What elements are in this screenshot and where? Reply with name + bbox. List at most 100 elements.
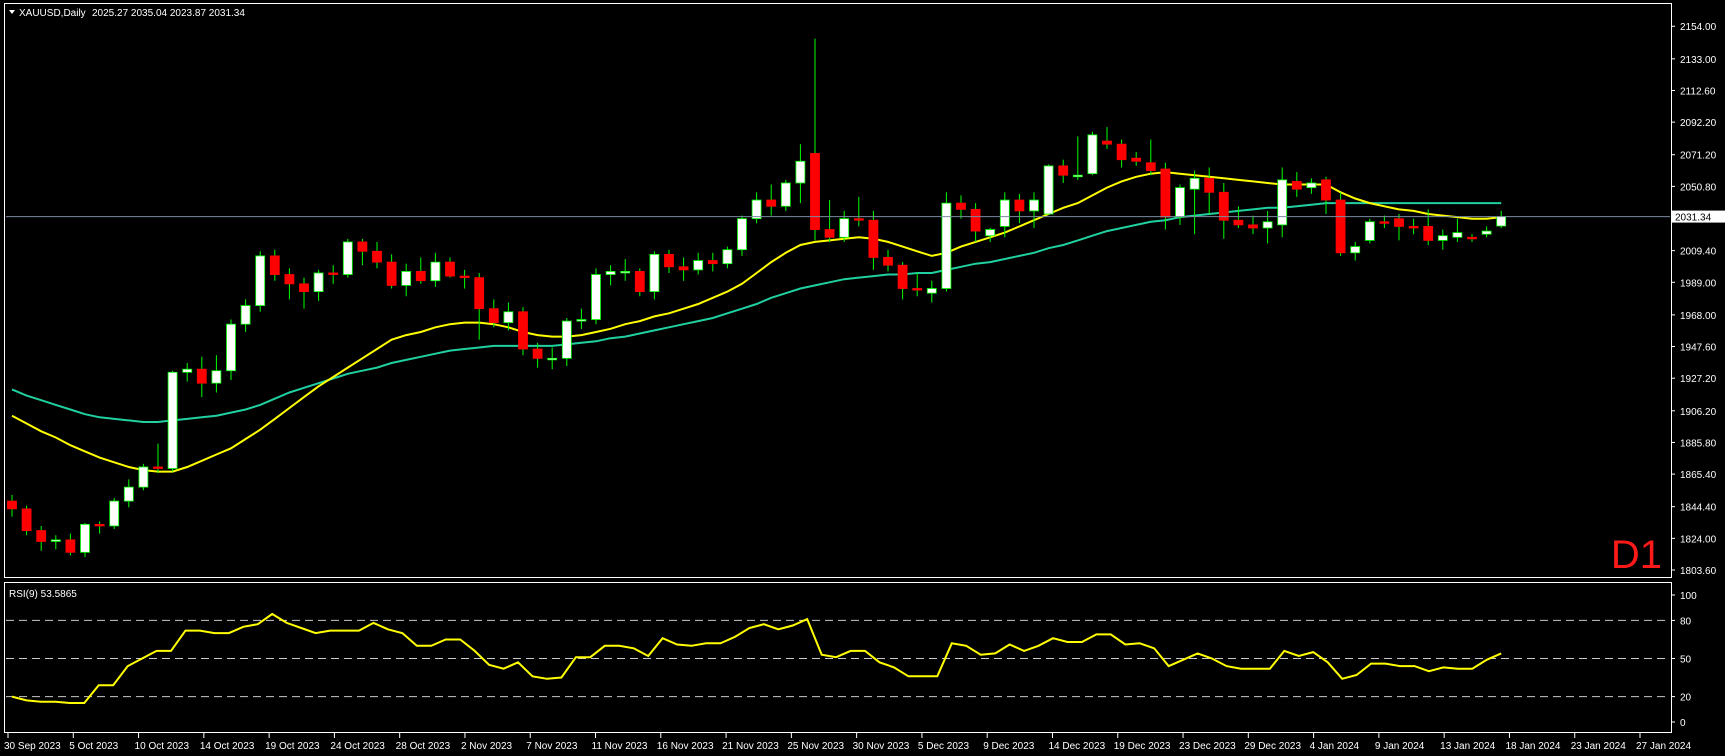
candle-body-bear [1160, 168, 1171, 218]
candle-body-bear [372, 250, 382, 263]
candle-body-bull [620, 271, 631, 274]
candle [941, 192, 952, 292]
candle-body-bear [678, 266, 689, 271]
price-tick-label: 2050.80 [1680, 182, 1717, 193]
timeframe-label: D1 [1611, 533, 1662, 577]
candle [518, 307, 528, 356]
candle-body-bull [1175, 187, 1185, 218]
candle-body-bull [182, 368, 193, 373]
candle-body-bear [269, 255, 280, 275]
candle-body-bull [1481, 230, 1492, 235]
candle [80, 522, 90, 557]
candle-body-bear [357, 241, 368, 252]
candle-body-bull [591, 274, 601, 320]
candle-body-bull [693, 260, 704, 271]
candle-body-bear [153, 466, 163, 469]
candle-body-bear [1233, 219, 1244, 226]
rsi-tick-label: 80 [1680, 616, 1692, 627]
candle-body-bear [1058, 165, 1069, 176]
candle-body-bear [1204, 177, 1215, 193]
candle [737, 215, 747, 256]
candle-body-bull [839, 218, 850, 238]
trading-chart[interactable]: 2031.34 2154.00 2133.00 2112.60 2092.20 2071… [0, 0, 1725, 756]
candle-body-bull [401, 271, 412, 286]
candle-body-bear [299, 283, 309, 293]
candle-body-bull [941, 202, 952, 289]
price-tick-label: 1865.40 [1680, 470, 1717, 481]
time-tick-label: 29 Dec 2023 [1244, 741, 1301, 752]
candle-body-bull [576, 319, 587, 322]
price-tick-label: 1824.00 [1680, 534, 1717, 545]
time-tick-label: 28 Oct 2023 [396, 741, 451, 752]
ohlc-values: 2025.27 2035.04 2023.87 2031.34 [92, 8, 245, 19]
candle [138, 463, 149, 491]
time-tick-label: 5 Oct 2023 [69, 741, 118, 752]
candle-body-bear [415, 271, 426, 282]
rsi-label: RSI(9) 53.5865 [9, 589, 77, 600]
candle-body-bear [532, 348, 543, 359]
candle-body-bear [94, 523, 105, 527]
price-tick-label: 2112.60 [1680, 86, 1716, 97]
candle-body-bear [1423, 226, 1434, 241]
time-tick-label: 14 Dec 2023 [1048, 741, 1105, 752]
price-tick-label: 1947.60 [1680, 343, 1717, 354]
candle-body-bear [766, 199, 777, 207]
price-tick-label: 2133.00 [1680, 55, 1717, 66]
candle-body-bear [1379, 221, 1390, 224]
candle-body-bull [240, 305, 251, 325]
candle-body-bear [459, 275, 470, 279]
candle-body-bear [328, 272, 339, 275]
candle-body-bull [926, 288, 937, 294]
candle-body-bull [1072, 174, 1083, 178]
candle-body-bear [1394, 218, 1404, 227]
candle-body-bear [897, 264, 908, 289]
candle [342, 238, 353, 278]
time-tick-label: 25 Nov 2023 [787, 741, 844, 752]
candle-body-bull [123, 486, 134, 502]
candle-body-bear [634, 271, 645, 293]
candle-body-bear [21, 508, 32, 531]
candle-body-bull [109, 500, 120, 527]
candle-body-bull [751, 199, 762, 220]
time-tick-label: 13 Jan 2024 [1440, 741, 1495, 752]
candle-body-bear [1408, 226, 1419, 229]
price-tick-label: 1989.00 [1680, 278, 1717, 289]
candle-body-bull [561, 320, 572, 359]
time-tick-label: 10 Oct 2023 [135, 741, 190, 752]
candle-body-bull [342, 241, 353, 275]
candle-body-bear [196, 368, 207, 384]
candle-body-bear [65, 539, 76, 553]
price-tick-label: 2071.20 [1680, 151, 1717, 162]
candle-body-bear [664, 253, 674, 268]
price-tick-label: 2092.20 [1680, 118, 1717, 129]
candle [226, 319, 236, 381]
time-tick-label: 30 Sep 2023 [4, 741, 61, 752]
candle-body-bear [1102, 140, 1112, 145]
candle-body-bull [1189, 177, 1200, 190]
candle-body-bull [313, 272, 324, 293]
candle-body-bull [1277, 179, 1288, 226]
time-tick-label: 2 Nov 2023 [461, 741, 513, 752]
candle-body-bear [970, 208, 981, 232]
time-tick-label: 7 Nov 2023 [526, 741, 578, 752]
time-tick-label: 11 Nov 2023 [592, 741, 648, 752]
candle [21, 505, 32, 536]
price-tick-label: 2154.00 [1680, 22, 1717, 33]
chart-background [0, 0, 1725, 756]
candle-body-bear [1467, 236, 1477, 240]
candle [1335, 192, 1346, 256]
price-tick-label: 1968.00 [1680, 311, 1717, 322]
candle-body-bear [445, 261, 455, 277]
candle-body-bear [1248, 224, 1258, 229]
candle-body-bull [1437, 235, 1448, 241]
current-price-value: 2031.34 [1675, 213, 1712, 224]
candle [1087, 131, 1098, 176]
chart-header[interactable]: XAUUSD,Daily 2025.27 2035.04 2023.87 203… [9, 8, 245, 19]
candle-body-bull [430, 261, 441, 282]
candle-body-bear [518, 311, 528, 350]
candle-body-bull [780, 182, 791, 207]
candle-body-bear [1014, 199, 1025, 212]
candle-body-bear [824, 229, 835, 238]
candle-body-bear [1291, 181, 1302, 190]
candle-body-bull [722, 249, 733, 265]
